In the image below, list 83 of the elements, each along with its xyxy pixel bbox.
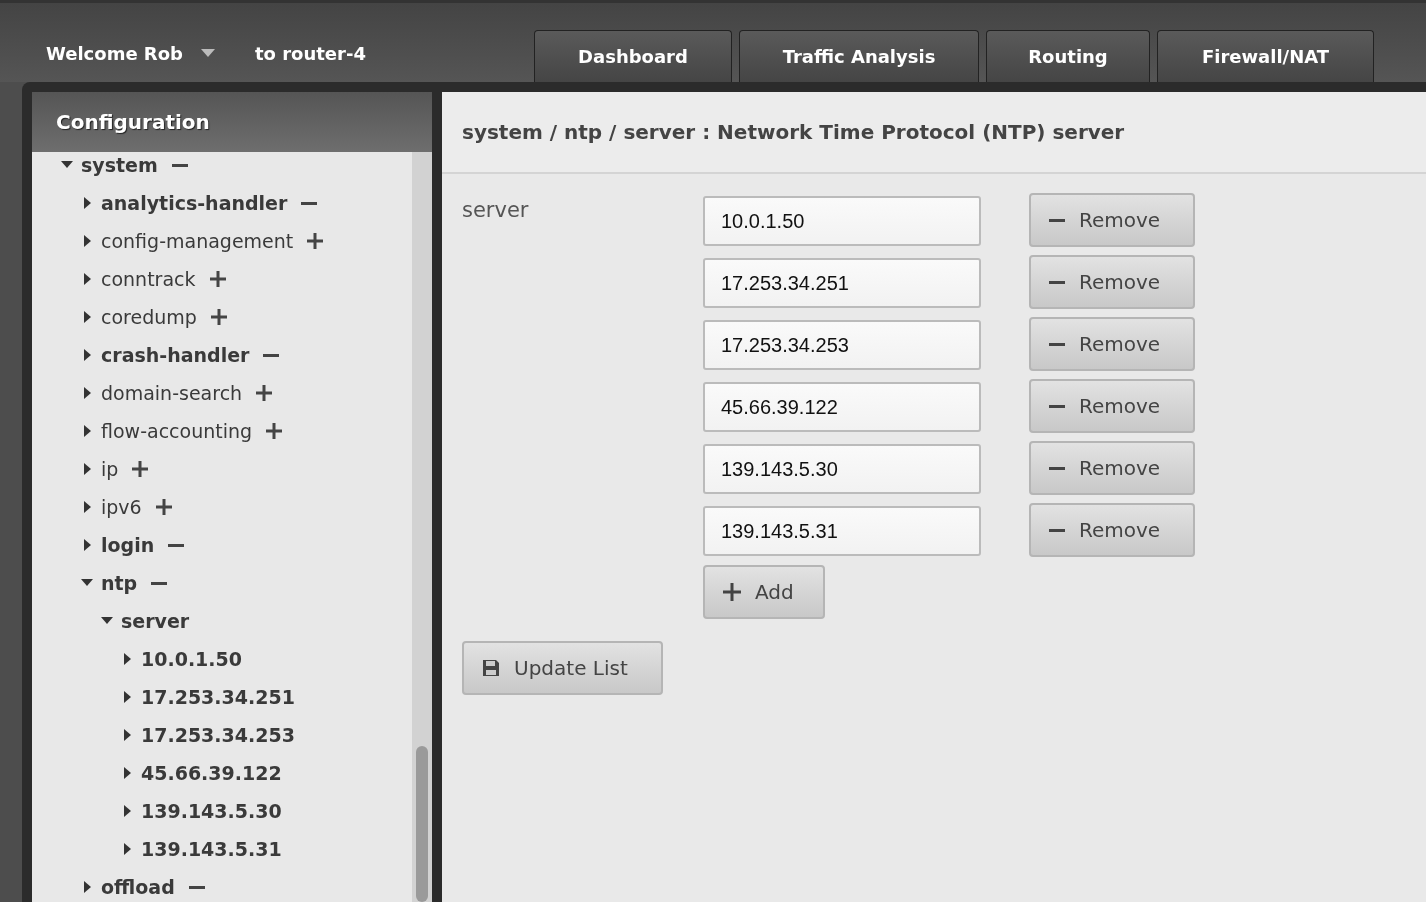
caret-right-icon[interactable] (81, 273, 93, 285)
device-name: to router-4 (254, 43, 366, 64)
minus-icon[interactable] (171, 163, 188, 167)
caret-right-icon[interactable] (81, 349, 93, 361)
plus-icon (723, 583, 741, 601)
minus-icon[interactable] (168, 543, 185, 547)
update-list-button[interactable]: Update List (462, 641, 663, 695)
tree-item[interactable]: 45.66.39.122 (141, 761, 282, 785)
minus-icon[interactable] (151, 581, 168, 585)
minus-icon (1049, 342, 1065, 346)
remove-button[interactable]: Remove (1029, 441, 1195, 495)
plus-icon[interactable] (209, 271, 226, 287)
input-field[interactable]: 17.253.34.251 (703, 258, 981, 308)
remove-button[interactable]: Remove (1029, 255, 1195, 309)
caret-right-icon[interactable] (121, 767, 133, 779)
remove-button[interactable]: Remove (1029, 503, 1195, 557)
tree-item[interactable]: login (101, 533, 155, 557)
tree-item[interactable]: 17.253.34.251 (141, 685, 295, 709)
plus-icon[interactable] (132, 461, 149, 477)
tree-item[interactable]: system (81, 153, 158, 177)
tree-item[interactable]: crash-handler (101, 343, 250, 367)
tree-item[interactable]: config-management (101, 229, 294, 253)
minus-icon[interactable] (301, 201, 318, 205)
nav-tab[interactable]: Dashboard (534, 30, 732, 82)
plus-icon[interactable] (256, 385, 273, 401)
caret-right-icon[interactable] (121, 653, 133, 665)
tree-item[interactable]: ip (101, 457, 119, 481)
remove-button[interactable]: Remove (1029, 317, 1195, 371)
tree-item[interactable]: analytics-handler (101, 191, 288, 215)
caret-right-icon[interactable] (81, 311, 93, 323)
caret-right-icon[interactable] (81, 539, 93, 551)
minus-icon[interactable] (263, 353, 280, 357)
plus-icon[interactable] (210, 309, 227, 325)
input-field[interactable]: 10.0.1.50 (703, 196, 981, 246)
caret-right-icon[interactable] (81, 501, 93, 513)
tree-item[interactable]: domain-search (101, 381, 243, 405)
plus-icon[interactable] (307, 233, 324, 249)
caret-right-icon[interactable] (81, 425, 93, 437)
tree-item[interactable]: server (121, 609, 190, 633)
field-label: server (462, 198, 530, 222)
input-field[interactable]: 17.253.34.253 (703, 320, 981, 370)
plus-icon[interactable] (155, 499, 172, 515)
minus-icon (1049, 280, 1065, 284)
tree-item[interactable]: coredump (101, 305, 197, 329)
tree-item[interactable]: offload (101, 875, 175, 899)
tree-item[interactable]: 139.143.5.30 (141, 799, 282, 823)
tree-item[interactable]: ipv6 (101, 495, 142, 519)
minus-icon (1049, 404, 1065, 408)
tree-item[interactable]: 139.143.5.31 (141, 837, 282, 861)
caret-right-icon[interactable] (121, 729, 133, 741)
scrollbar-thumb[interactable] (416, 746, 428, 902)
input-field[interactable]: 139.143.5.31 (703, 506, 981, 556)
minus-icon (1049, 528, 1065, 532)
nav-tab[interactable]: Routing (986, 30, 1150, 82)
tree-item[interactable]: 10.0.1.50 (141, 647, 242, 671)
plus-icon[interactable] (266, 423, 283, 439)
caret-right-icon[interactable] (81, 881, 93, 893)
tree-item[interactable]: ntp (101, 571, 138, 595)
caret-right-icon[interactable] (81, 387, 93, 399)
nav-tab[interactable]: Traffic Analysis (739, 30, 979, 82)
minus-icon[interactable] (188, 885, 205, 889)
input-field[interactable]: 45.66.39.122 (703, 382, 981, 432)
remove-button[interactable]: Remove (1029, 193, 1195, 247)
remove-button[interactable]: Remove (1029, 379, 1195, 433)
caret-right-icon[interactable] (121, 805, 133, 817)
scrollbar[interactable] (412, 152, 432, 902)
page-title: system / ntp / server : Network Time Protocol (NTP) server (462, 120, 1125, 144)
nav-tab[interactable]: Firewall/NAT (1157, 30, 1374, 82)
caret-down-icon (200, 49, 215, 58)
tree-item[interactable]: conntrack (101, 267, 196, 291)
add-button[interactable]: Add (703, 565, 825, 619)
minus-icon (1049, 218, 1065, 222)
caret-right-icon[interactable] (81, 235, 93, 247)
user-menu[interactable]: Welcome Rob (46, 43, 215, 64)
caret-right-icon[interactable] (81, 197, 93, 209)
caret-right-icon[interactable] (121, 843, 133, 855)
minus-icon (1049, 466, 1065, 470)
tree-item[interactable]: 17.253.34.253 (141, 723, 295, 747)
caret-right-icon[interactable] (81, 463, 93, 475)
input-field[interactable]: 139.143.5.30 (703, 444, 981, 494)
caret-right-icon[interactable] (121, 691, 133, 703)
tree-item[interactable]: flow-accounting (101, 419, 253, 443)
sidebar-title: Configuration (56, 110, 210, 134)
